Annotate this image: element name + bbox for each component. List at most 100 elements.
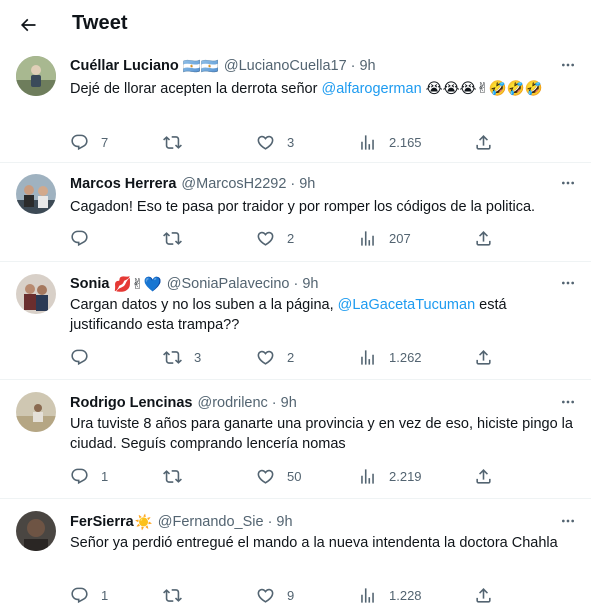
avatar-image: [16, 392, 56, 432]
timestamp[interactable]: 9h: [299, 176, 315, 192]
share-icon: [476, 134, 491, 150]
more-options-button[interactable]: [557, 172, 579, 194]
mention-link[interactable]: @alfarogerman: [321, 81, 421, 97]
heart-icon: [257, 469, 274, 484]
timestamp[interactable]: 9h: [276, 514, 292, 530]
author-name[interactable]: Rodrigo Lencinas: [70, 395, 192, 411]
share-button[interactable]: [474, 347, 493, 367]
tweet-text: Ura tuviste 8 años para ganarte una prov…: [70, 416, 573, 452]
share-button[interactable]: [474, 132, 493, 152]
views-count: 2.219: [389, 468, 422, 484]
tweet-header: Marcos Herrera @MarcosH2292 · 9h: [70, 174, 315, 194]
analytics-icon: [361, 468, 374, 484]
tweet-text: Cargan datos y no los suben a la página,…: [70, 295, 580, 335]
reply-button[interactable]: 1: [70, 585, 108, 605]
views-button[interactable]: 1.262: [358, 347, 422, 367]
reply-icon: [71, 230, 88, 246]
views-count: 1.262: [389, 349, 422, 365]
avatar-image: [16, 511, 56, 551]
like-button[interactable]: 2: [256, 228, 294, 248]
views-button[interactable]: 1.228: [358, 585, 422, 605]
mention-link[interactable]: @LaGacetaTucuman: [338, 297, 476, 313]
reply-icon: [71, 349, 88, 365]
retweet-icon: [163, 350, 182, 364]
share-button[interactable]: [474, 228, 493, 248]
reply-button[interactable]: [70, 347, 101, 367]
like-button[interactable]: 2: [256, 347, 294, 367]
avatar[interactable]: [16, 274, 56, 314]
flag-emoji: 🇦🇷🇦🇷: [182, 58, 219, 75]
author-name[interactable]: Sonia: [70, 276, 109, 292]
tweet-header: Rodrigo Lencinas @rodrilenc · 9h: [70, 393, 297, 413]
emoji-badges: 💋✌💙: [113, 276, 162, 293]
reply-count: 1: [101, 587, 109, 603]
like-count: 2: [287, 349, 295, 365]
timestamp[interactable]: 9h: [359, 58, 375, 74]
retweet-count: 3: [194, 349, 202, 365]
author-handle[interactable]: @LucianoCuella17: [224, 58, 347, 74]
views-button[interactable]: 2.219: [358, 466, 422, 486]
separator-dot: ·: [271, 395, 277, 411]
retweet-button[interactable]: [163, 466, 194, 486]
tweet-3[interactable]: Rodrigo Lencinas @rodrilenc · 9h Ura tuv…: [0, 381, 591, 499]
author-handle[interactable]: @SoniaPalavecino: [167, 276, 290, 292]
sun-emoji: ☀️: [134, 514, 153, 531]
retweet-button[interactable]: [163, 228, 194, 248]
header: Tweet: [0, 0, 591, 52]
reply-button[interactable]: 1: [70, 466, 108, 486]
share-icon: [476, 587, 491, 603]
tweet-actions: 7 3 2.165: [70, 132, 510, 152]
retweet-button[interactable]: [163, 132, 194, 152]
avatar-image: [16, 56, 56, 96]
tweet-4[interactable]: FerSierra ☀️ @Fernando_Sie · 9h Señor ya…: [0, 500, 591, 612]
reply-icon: [71, 587, 88, 603]
like-button[interactable]: 50: [256, 466, 301, 486]
share-button[interactable]: [474, 466, 493, 486]
tweet-1[interactable]: Marcos Herrera @MarcosH2292 · 9h Cagadon…: [0, 164, 591, 262]
heart-icon: [257, 588, 274, 603]
back-button[interactable]: [14, 11, 42, 39]
avatar[interactable]: [16, 511, 56, 551]
tweet-0[interactable]: Cuéllar Luciano 🇦🇷🇦🇷 @LucianoCuella17 · …: [0, 52, 591, 163]
author-handle[interactable]: @MarcosH2292: [181, 176, 286, 192]
retweet-icon: [163, 135, 182, 149]
author-handle[interactable]: @rodrilenc: [197, 395, 267, 411]
like-count: 9: [287, 587, 295, 603]
reply-button[interactable]: [70, 228, 101, 248]
like-count: 2: [287, 230, 295, 246]
avatar[interactable]: [16, 56, 56, 96]
author-name[interactable]: FerSierra: [70, 514, 134, 530]
share-button[interactable]: [474, 585, 493, 605]
retweet-icon: [163, 469, 182, 483]
timestamp[interactable]: 9h: [281, 395, 297, 411]
ellipsis-icon: [562, 519, 574, 523]
more-options-button[interactable]: [557, 391, 579, 413]
separator-dot: ·: [290, 176, 296, 192]
retweet-button[interactable]: 3: [163, 347, 201, 367]
author-handle[interactable]: @Fernando_Sie: [158, 514, 264, 530]
like-button[interactable]: 9: [256, 585, 294, 605]
views-button[interactable]: 2.165: [358, 132, 422, 152]
ellipsis-icon: [562, 400, 574, 404]
views-button[interactable]: 207: [358, 228, 411, 248]
timestamp[interactable]: 9h: [302, 276, 318, 292]
tweet-2[interactable]: Sonia 💋✌💙 @SoniaPalavecino · 9h Cargan d…: [0, 263, 591, 380]
more-options-button[interactable]: [557, 510, 579, 532]
heart-icon: [257, 350, 274, 365]
tweet-text: Cagadon! Eso te pasa por traidor y por r…: [70, 199, 536, 215]
author-name[interactable]: Marcos Herrera: [70, 176, 176, 192]
author-name[interactable]: Cuéllar Luciano: [70, 58, 179, 74]
separator-dot: ·: [267, 514, 273, 530]
avatar[interactable]: [16, 392, 56, 432]
tweet-header: FerSierra ☀️ @Fernando_Sie · 9h: [70, 512, 293, 532]
reply-icon: [71, 134, 88, 150]
share-icon: [476, 230, 491, 246]
avatar[interactable]: [16, 174, 56, 214]
more-options-button[interactable]: [557, 54, 579, 76]
retweet-button[interactable]: [163, 585, 194, 605]
reply-button[interactable]: 7: [70, 132, 108, 152]
like-button[interactable]: 3: [256, 132, 294, 152]
more-options-button[interactable]: [557, 272, 579, 294]
page-title: Tweet: [72, 12, 128, 34]
separator-dot: ·: [350, 58, 356, 74]
